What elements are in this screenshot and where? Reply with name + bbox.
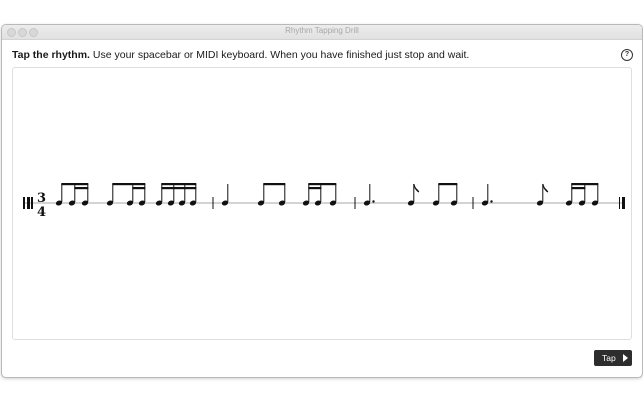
help-icon[interactable]: ?: [621, 49, 633, 61]
instructions-bold: Tap the rhythm.: [12, 49, 90, 61]
final-barline: [619, 197, 625, 209]
play-triangle-icon: [623, 354, 628, 362]
instructions-text: Tap the rhythm. Use your spacebar or MID…: [12, 49, 469, 61]
start-barline: [23, 197, 33, 209]
beam: [61, 183, 89, 186]
note-group: [55, 183, 89, 206]
beam: [308, 183, 337, 186]
tap-button[interactable]: Tap: [594, 350, 632, 366]
beam: [571, 183, 599, 186]
title-bar: Rhythm Tapping Drill: [2, 25, 642, 40]
beam: [438, 183, 458, 186]
note-flag: [542, 183, 549, 193]
beam: [112, 183, 146, 186]
beam: [571, 187, 586, 190]
rhythm-drill-window: Rhythm Tapping Drill Tap the rhythm. Use…: [1, 24, 643, 378]
score-panel: 3 4: [12, 67, 632, 340]
beam: [161, 187, 197, 190]
note-group: [302, 183, 337, 206]
note-flag: [413, 183, 420, 193]
window-title: Rhythm Tapping Drill: [285, 26, 359, 35]
note-group: [565, 183, 599, 206]
instructions-rest: Use your spacebar or MIDI keyboard. When…: [89, 49, 470, 61]
rhythm-staff: 3 4: [23, 183, 625, 220]
beam: [132, 187, 146, 190]
time-sig-numerator: 3: [37, 191, 46, 206]
augmentation-dot: [490, 200, 493, 203]
tap-button-label: Tap: [602, 353, 616, 363]
beam: [308, 187, 322, 190]
beam: [74, 187, 89, 190]
augmentation-dot: [372, 200, 375, 203]
time-sig-denominator: 4: [37, 205, 46, 220]
beam: [161, 183, 197, 186]
beam: [263, 183, 286, 186]
quarter-note: [221, 184, 229, 206]
